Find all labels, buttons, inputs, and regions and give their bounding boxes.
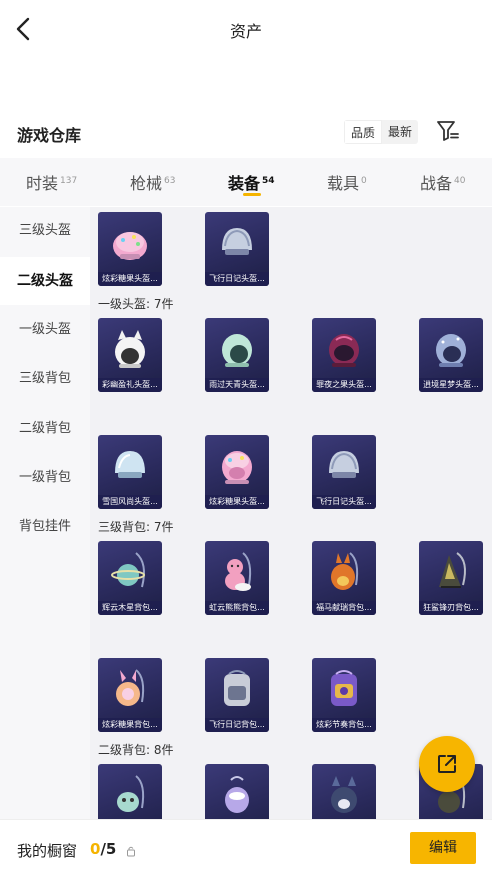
item-card[interactable] <box>312 764 376 819</box>
item-grid: 炫彩糖果头盔... 飞行日记头盔... 一级头盔: 7件 彩幽盈礼头盔... 雨… <box>90 207 492 819</box>
share-fab-button[interactable] <box>419 736 475 792</box>
item-card[interactable]: 虹云熊熊背包... <box>205 541 269 615</box>
sidebar-item-helmet-1[interactable]: 一级头盔 <box>0 306 90 354</box>
edit-button[interactable]: 编辑 <box>410 832 476 864</box>
equipment-sidebar: 三级头盔 二级头盔 一级头盔 三级背包 二级背包 一级背包 背包挂件 <box>0 207 90 819</box>
page-title: 资产 <box>229 22 262 41</box>
bear-backpack-icon <box>225 552 252 591</box>
item-card[interactable]: 炫彩节奏背包... <box>312 658 376 732</box>
item-card[interactable]: 炫彩糖果头盔... <box>205 435 269 509</box>
celadon-helmet-icon <box>222 334 252 367</box>
candy-helmet-icon <box>113 232 147 260</box>
category-tabs: 时装 137 枪械 63 装备 54 载具 0 战备 40 <box>0 158 492 206</box>
rhythm-backpack-icon <box>331 670 357 706</box>
flight-diary-backpack-icon <box>224 670 250 706</box>
item-card[interactable]: 飞行日记头盔... <box>312 435 376 509</box>
section-label: 一级头盔: 7件 <box>98 297 174 311</box>
item-card[interactable]: 炫彩糖果背包... <box>98 658 162 732</box>
item-card[interactable]: 彩幽盈礼头盔... <box>98 318 162 392</box>
sort-latest-option[interactable]: 最新 <box>382 120 419 144</box>
item-card[interactable]: 炫彩糖果头盔... <box>98 212 162 286</box>
item-card[interactable]: 狂鲨锋刃背包... <box>419 541 483 615</box>
sidebar-item-bag-1[interactable]: 一级背包 <box>0 454 90 502</box>
snow-helmet-icon <box>115 451 145 478</box>
external-link-icon <box>438 755 456 773</box>
horse-backpack-icon <box>331 552 359 590</box>
showcase-label: 我的橱窗 <box>17 842 78 860</box>
lock-icon <box>126 842 136 857</box>
jupiter-backpack-icon <box>111 552 145 588</box>
item-card[interactable] <box>98 764 162 819</box>
showcase-count: 0/5 <box>90 840 117 858</box>
sidebar-item-bag-pendant[interactable]: 背包挂件 <box>0 503 90 551</box>
filter-icon[interactable] <box>436 120 462 144</box>
item-card[interactable]: 飞行日记背包... <box>205 658 269 732</box>
backpack-charm-icon <box>117 775 145 812</box>
sidebar-item-helmet-3[interactable]: 三级头盔 <box>0 207 90 255</box>
flight-diary-helmet-icon <box>329 451 359 478</box>
section-label: 三级背包: 7件 <box>98 520 174 534</box>
dream-helmet-icon <box>436 334 466 367</box>
active-tab-indicator <box>243 193 261 196</box>
item-card[interactable]: 逍境星梦头盔... <box>419 318 483 392</box>
sidebar-item-bag-3[interactable]: 三级背包 <box>0 355 90 403</box>
item-card[interactable]: 雪国风尚头盔... <box>98 435 162 509</box>
night-fruit-helmet-icon <box>329 334 359 367</box>
tab-supplies[interactable]: 战备 40 <box>420 170 465 194</box>
tab-vehicles[interactable]: 载具 0 <box>327 170 367 194</box>
item-card[interactable] <box>205 764 269 819</box>
tab-equipment[interactable]: 装备 54 <box>228 170 275 194</box>
item-card[interactable]: 飞行日记头盔... <box>205 212 269 286</box>
candy-backpack-icon <box>116 669 145 706</box>
fox-backpack-icon <box>331 776 357 813</box>
candy-helmet-icon <box>222 451 252 484</box>
tab-guns[interactable]: 枪械 63 <box>130 170 175 194</box>
flight-diary-helmet-icon <box>222 228 252 255</box>
sidebar-item-helmet-2[interactable]: 二级头盔 <box>0 257 90 305</box>
sort-toggle: 品质 最新 <box>344 120 419 144</box>
header: 资产 <box>0 0 492 58</box>
item-card[interactable]: 福马献瑞背包... <box>312 541 376 615</box>
showcase-bar: 我的橱窗 0/5 编辑 <box>0 819 492 876</box>
ghost-backpack-icon <box>225 776 249 813</box>
sidebar-item-bag-2[interactable]: 二级背包 <box>0 405 90 453</box>
tab-fashion[interactable]: 时装 137 <box>26 170 77 194</box>
warehouse-header: 游戏仓库 品质 最新 <box>0 112 492 152</box>
item-card[interactable]: 雨过天青头盔... <box>205 318 269 392</box>
item-card[interactable]: 罪夜之果头盔... <box>312 318 376 392</box>
item-card[interactable]: 辉云木星背包... <box>98 541 162 615</box>
section-label: 二级背包: 8件 <box>98 743 174 757</box>
warehouse-title: 游戏仓库 <box>17 126 82 145</box>
shark-backpack-icon <box>439 552 466 588</box>
sort-quality-option[interactable]: 品质 <box>344 120 383 144</box>
cat-helmet-icon <box>115 330 145 368</box>
